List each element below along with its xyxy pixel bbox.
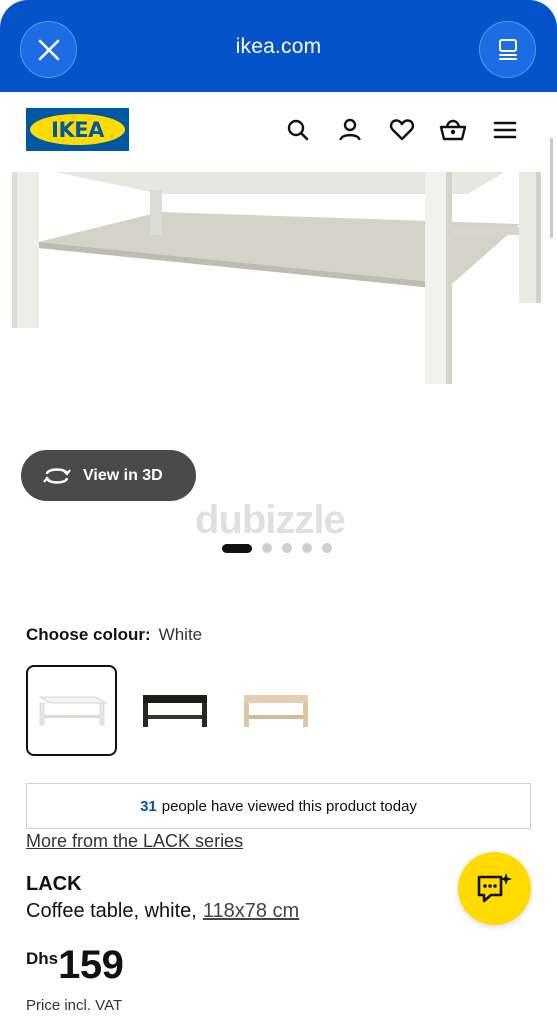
product-dimensions-link[interactable]: 118x78 cm — [203, 900, 299, 922]
product-price: Dhs 159 — [26, 943, 124, 987]
menu-icon[interactable] — [491, 116, 519, 144]
price-amount: 159 — [58, 943, 124, 987]
black-table-thumbnail — [142, 694, 207, 727]
product-description-text: Coffee table, white, — [26, 900, 197, 922]
colour-swatch-white[interactable] — [26, 665, 117, 756]
viewed-text: people have viewed this product today — [161, 797, 417, 815]
product-name: LACK — [26, 873, 82, 895]
price-vat-note: Price incl. VAT — [26, 997, 123, 1014]
heart-icon[interactable] — [388, 116, 416, 144]
colour-swatch-oak[interactable] — [228, 665, 319, 756]
browser-url: ikea.com — [235, 35, 322, 58]
selected-colour: White — [158, 625, 203, 644]
choose-colour-label: Choose colour: — [26, 625, 151, 644]
series-link[interactable]: More from the LACK series — [26, 831, 243, 852]
view-in-3d-label: View in 3D — [83, 466, 163, 484]
tabs-button[interactable] — [479, 21, 536, 78]
oak-table-thumbnail — [243, 694, 308, 727]
ikea-logo[interactable]: IKEA — [26, 108, 129, 151]
browser-bar: ikea.com — [0, 0, 557, 92]
carousel-dot[interactable] — [262, 543, 272, 553]
colour-swatch-black-brown[interactable] — [127, 665, 218, 756]
chat-assistant-button[interactable] — [458, 852, 531, 925]
search-icon[interactable] — [284, 116, 312, 144]
carousel-dot-active[interactable] — [222, 543, 252, 553]
page-scrollbar[interactable] — [550, 138, 553, 238]
chat-assistant-icon — [477, 872, 512, 902]
tabs-icon — [498, 38, 517, 60]
user-icon[interactable] — [336, 116, 364, 144]
carousel-indicator — [222, 543, 332, 553]
carousel-dot[interactable] — [322, 543, 332, 553]
watermark: dubizzle — [195, 498, 346, 542]
carousel-dot[interactable] — [282, 543, 292, 553]
rotate-3d-icon — [43, 467, 71, 484]
logo-text: IKEA — [51, 117, 104, 142]
basket-icon[interactable] — [439, 116, 467, 144]
price-currency: Dhs — [26, 949, 59, 968]
viewed-count: 31 — [140, 797, 157, 815]
site-header: IKEA — [0, 92, 557, 172]
view-in-3d-button[interactable]: View in 3D — [21, 450, 196, 501]
viewed-today-banner: 31 people have viewed this product today — [26, 783, 531, 829]
carousel-dot[interactable] — [302, 543, 312, 553]
product-description: Coffee table, white, 118x78 cm — [26, 900, 299, 923]
choose-colour: Choose colour: White — [26, 625, 202, 645]
logo-oval: IKEA — [30, 114, 125, 145]
white-table-thumbnail — [38, 696, 107, 725]
